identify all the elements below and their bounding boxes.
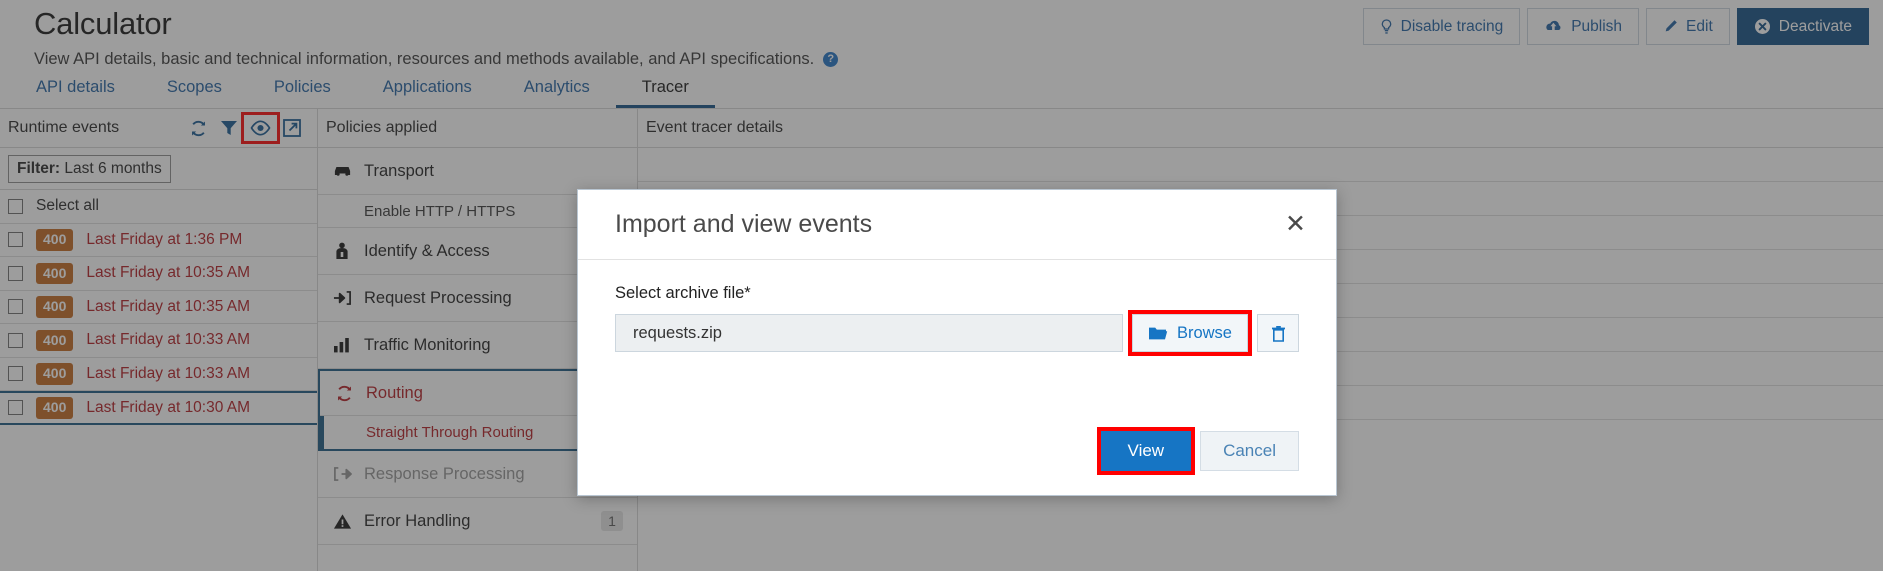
import-events-dialog: Import and view events ✕ Select archive … xyxy=(577,189,1337,496)
dialog-footer: View Cancel xyxy=(578,427,1336,495)
trash-icon xyxy=(1271,325,1285,342)
view-button-highlight: View xyxy=(1096,427,1195,475)
archive-file-value: requests.zip xyxy=(633,323,722,342)
folder-icon xyxy=(1148,327,1168,340)
dialog-header: Import and view events ✕ xyxy=(578,190,1336,260)
browse-button-highlight: Browse xyxy=(1127,310,1253,356)
browse-button[interactable]: Browse xyxy=(1131,314,1248,352)
archive-file-input[interactable]: requests.zip xyxy=(615,314,1123,352)
dialog-body: Select archive file* requests.zip Browse xyxy=(578,260,1336,431)
delete-file-button[interactable] xyxy=(1257,314,1299,352)
dialog-title: Import and view events xyxy=(615,210,873,238)
browse-label: Browse xyxy=(1176,323,1232,342)
cancel-button[interactable]: Cancel xyxy=(1200,431,1299,471)
view-button[interactable]: View xyxy=(1100,431,1192,471)
archive-file-label: Select archive file* xyxy=(615,284,751,302)
close-icon[interactable]: ✕ xyxy=(1285,212,1306,237)
file-picker-row: requests.zip Browse xyxy=(615,310,1299,356)
screen: Calculator View API details, basic and t… xyxy=(0,0,1883,571)
